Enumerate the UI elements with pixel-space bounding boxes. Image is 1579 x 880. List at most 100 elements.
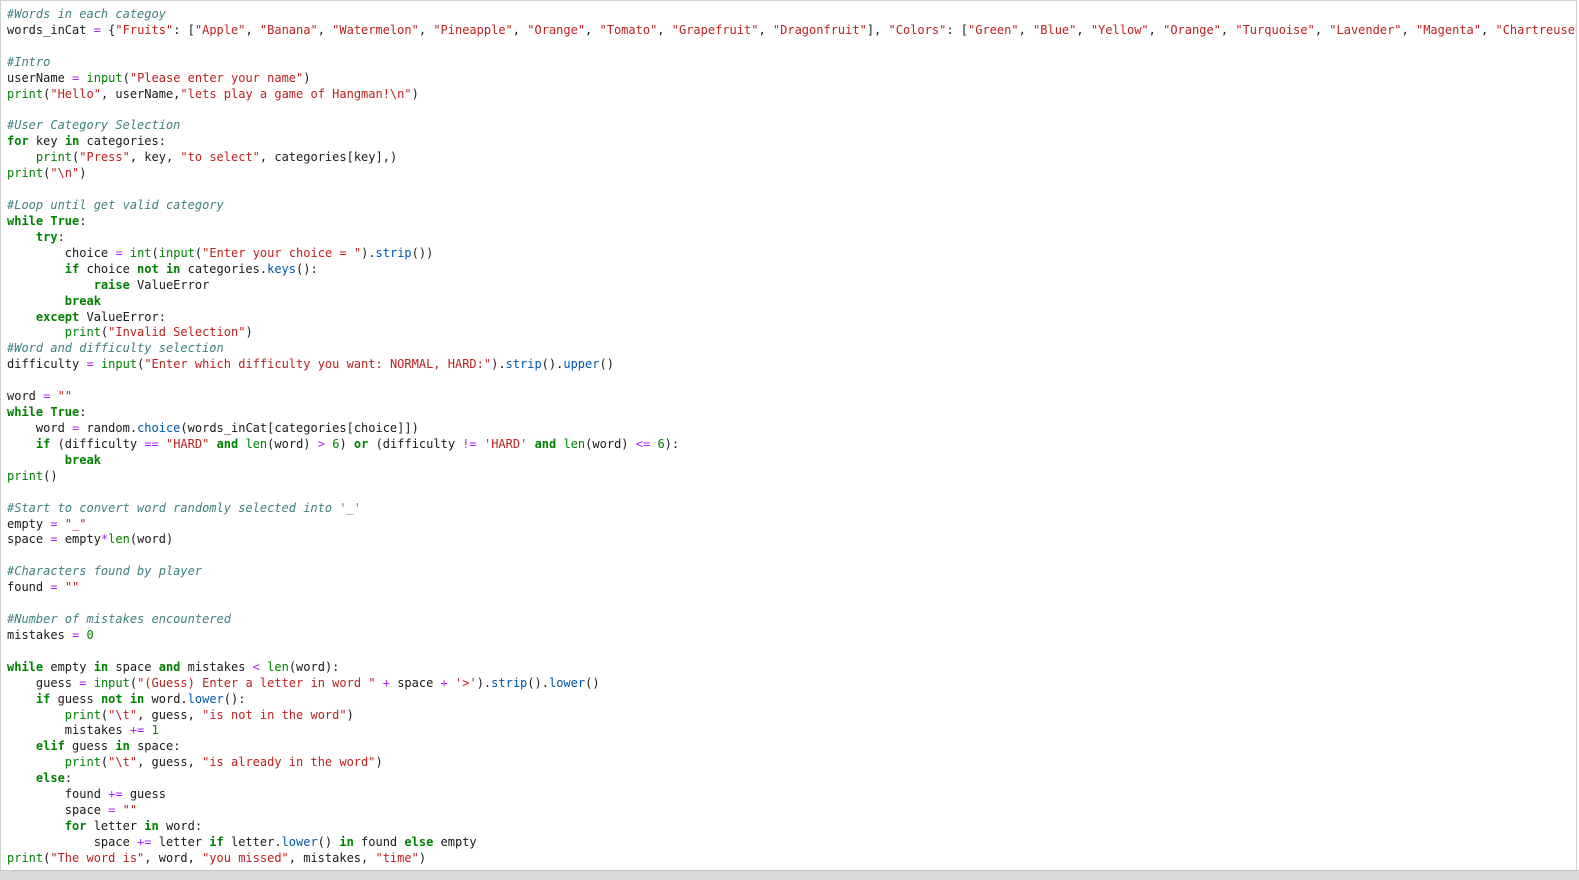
code-token: break <box>64 452 101 467</box>
code-token: word <box>7 420 73 435</box>
code-token: : [ <box>946 22 968 37</box>
code-line: for key in categories: <box>7 134 1576 150</box>
code-token: , <box>418 22 434 37</box>
code-token: keys <box>267 261 297 276</box>
code-token: "Fruits" <box>115 22 174 37</box>
code-token: 6 <box>657 436 665 451</box>
code-token: "lets play a game of Hangman!\n" <box>180 86 412 101</box>
code-token: = <box>50 580 58 595</box>
code-token: guess <box>64 739 116 754</box>
code-line: choice = int(input("Enter your choice = … <box>7 246 1576 262</box>
code-line: else: <box>7 771 1576 787</box>
code-token: , <box>1314 22 1330 37</box>
code-token: mistakes <box>7 723 130 738</box>
code-token: input <box>93 675 130 690</box>
code-token: strip <box>491 675 528 690</box>
code-token: ValueError: <box>79 309 166 324</box>
code-line: #User Category Selection <box>7 118 1576 134</box>
code-line: break <box>7 294 1576 310</box>
code-token: (word) <box>267 436 318 451</box>
code-token: , <box>512 22 528 37</box>
code-token: "Invalid Selection" <box>108 325 246 340</box>
code-token: (). <box>541 357 564 372</box>
code-line: userName = input("Please enter your name… <box>7 71 1576 87</box>
code-token: () <box>317 834 340 849</box>
code-token: () <box>43 468 58 483</box>
code-token: "Orange" <box>1163 22 1221 37</box>
code-token: space <box>7 532 51 547</box>
code-token: (word): <box>288 659 340 674</box>
code-token: "" <box>57 389 73 404</box>
code-token: letter <box>86 819 145 834</box>
code-token: , <box>585 22 600 37</box>
code-token: if <box>209 834 224 849</box>
code-token: , <box>245 22 260 37</box>
code-token: #Words in each categoy <box>7 7 166 21</box>
code-token: print <box>64 707 101 722</box>
code-token: ): <box>664 436 680 451</box>
code-token: != <box>462 436 477 451</box>
code-token: difficulty <box>7 357 87 372</box>
code-token: choice <box>137 420 181 435</box>
code-token: "to select" <box>180 150 260 165</box>
code-token: (difficulty <box>368 436 463 451</box>
code-token: "Pineapple" <box>433 22 513 37</box>
code-token: = <box>115 245 123 260</box>
code-token: guess <box>7 675 80 690</box>
code-token: = <box>50 532 58 547</box>
code-line: for letter in word: <box>7 819 1576 835</box>
code-token: "Press" <box>79 150 130 165</box>
code-line: #Start to convert word randomly selected… <box>7 501 1576 517</box>
code-token: "" <box>64 580 80 595</box>
code-token: "Lavender" <box>1329 22 1402 37</box>
code-token: , <box>1018 22 1034 37</box>
code-token: strip <box>375 245 412 260</box>
code-token: lower <box>187 691 224 706</box>
code-token: #Intro <box>7 54 51 69</box>
code-token: print <box>7 468 44 483</box>
code-token: , guess, <box>137 755 203 770</box>
code-token: "Tomato" <box>599 22 658 37</box>
code-token: in <box>144 819 159 834</box>
code-token: #Start to convert word randomly selected… <box>7 500 362 515</box>
code-token: "Green" <box>968 22 1019 37</box>
code-token: word: <box>158 819 203 834</box>
code-line: except ValueError: <box>7 310 1576 326</box>
code-token: "Enter which difficulty you want: NORMAL… <box>144 357 492 372</box>
code-token: found <box>7 580 51 595</box>
code-area[interactable]: #Words in each categoy words_inCat = {"Fr… <box>1 1 1576 867</box>
code-token: in <box>93 659 109 674</box>
code-token: "Turquoise" <box>1235 22 1315 37</box>
code-token: else <box>35 771 65 786</box>
code-token: ) <box>346 707 354 722</box>
code-token: not in <box>100 691 145 706</box>
code-token: "HARD" <box>165 436 210 451</box>
code-token: "\n" <box>50 166 80 181</box>
code-token: "" <box>122 803 138 818</box>
code-editor[interactable]: #Words in each categoy words_inCat = {"Fr… <box>0 0 1577 876</box>
code-token: word <box>7 389 44 404</box>
code-token: and <box>216 436 239 451</box>
code-token: #Word and difficulty selection <box>7 341 224 356</box>
code-token: empty <box>43 659 94 674</box>
code-line: if choice not in categories.keys(): <box>7 262 1576 278</box>
code-token: found <box>353 834 405 849</box>
code-token: key <box>28 134 65 149</box>
code-token: "Colors" <box>888 22 947 37</box>
code-token: guess <box>50 691 101 706</box>
code-token: , guess, <box>137 707 203 722</box>
